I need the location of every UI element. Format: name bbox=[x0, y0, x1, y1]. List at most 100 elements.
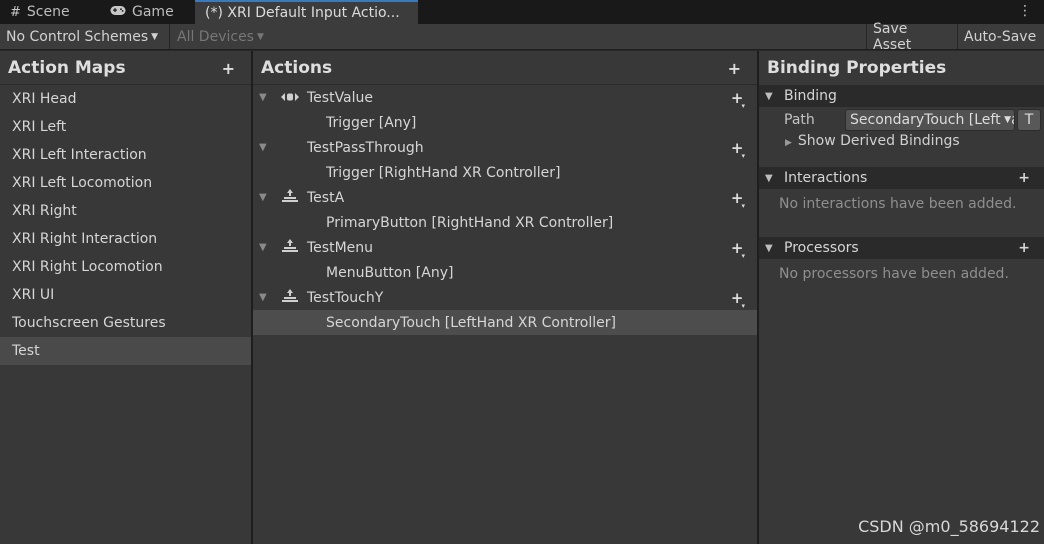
auto-save-toggle[interactable]: Auto-Save bbox=[957, 24, 1044, 49]
more-options-icon[interactable]: ⋮ bbox=[1018, 2, 1032, 20]
action-maps-list: XRI Head XRI Left XRI Left Interaction XRI … bbox=[0, 85, 251, 365]
action-map-item[interactable]: XRI Head bbox=[0, 85, 251, 113]
gamepad-icon bbox=[110, 5, 126, 20]
binding-properties-title: Binding Properties bbox=[767, 58, 947, 78]
control-schemes-dropdown[interactable]: No Control Schemes ▼ bbox=[0, 24, 170, 49]
tab-input-actions[interactable]: (*) XRI Default Input Actio... bbox=[195, 0, 418, 24]
grid-icon: # bbox=[10, 4, 21, 20]
action-row[interactable]: ▼ TestA +▾ bbox=[253, 185, 757, 210]
button-icon bbox=[281, 239, 299, 256]
action-name: TestValue bbox=[307, 89, 374, 106]
foldout-collapsed-icon: ▶ bbox=[785, 138, 792, 148]
action-map-item[interactable]: XRI Right Interaction bbox=[0, 225, 251, 253]
add-interaction-button[interactable]: + bbox=[1018, 170, 1030, 186]
chevron-down-icon: ▼ bbox=[1002, 110, 1011, 130]
tab-scene[interactable]: # Scene bbox=[0, 0, 96, 24]
action-name: TestMenu bbox=[307, 239, 374, 256]
action-row[interactable]: ▼ TestTouchY +▾ bbox=[253, 285, 757, 310]
derived-bindings-row: ▶ Show Derived Bindings bbox=[759, 133, 1044, 157]
binding-row[interactable]: MenuButton [Any] bbox=[253, 260, 757, 285]
foldout-expanded-icon[interactable]: ▼ bbox=[259, 142, 267, 153]
action-name: TestA bbox=[307, 189, 345, 206]
foldout-expanded-icon[interactable]: ▼ bbox=[259, 92, 267, 103]
binding-name: Trigger [Any] bbox=[326, 114, 417, 131]
editor-toolbar: No Control Schemes ▼ All Devices ▼ Save … bbox=[0, 21, 1044, 53]
add-action-button[interactable]: + bbox=[728, 59, 741, 78]
button-icon bbox=[281, 289, 299, 306]
action-map-item[interactable]: XRI Left Interaction bbox=[0, 141, 251, 169]
add-processor-button[interactable]: + bbox=[1018, 240, 1030, 256]
devices-label: All Devices bbox=[177, 28, 254, 45]
watermark-text: CSDN @m0_58694122 bbox=[858, 517, 1040, 536]
binding-row[interactable]: SecondaryTouch [LeftHand XR Controller] bbox=[253, 310, 757, 335]
action-map-item[interactable]: XRI Left bbox=[0, 113, 251, 141]
action-maps-panel: Action Maps + XRI Head XRI Left XRI Left I… bbox=[0, 51, 251, 544]
show-derived-bindings-foldout[interactable]: ▶ Show Derived Bindings bbox=[785, 133, 960, 149]
action-row[interactable]: ▼ TestPassThrough +▾ bbox=[253, 135, 757, 160]
foldout-expanded-icon[interactable]: ▼ bbox=[259, 192, 267, 203]
add-action-map-button[interactable]: + bbox=[222, 59, 235, 78]
chevron-down-icon: ▼ bbox=[151, 31, 159, 42]
binding-section-label: Binding bbox=[784, 88, 837, 104]
action-name: TestTouchY bbox=[307, 289, 384, 306]
interactions-section-header[interactable]: ▼ Interactions + bbox=[759, 167, 1044, 189]
binding-properties-header: Binding Properties bbox=[759, 51, 1044, 85]
binding-name: MenuButton [Any] bbox=[326, 264, 454, 281]
binding-properties-panel: Binding Properties ▼ Binding Path Second… bbox=[759, 51, 1044, 544]
action-map-item[interactable]: XRI Right Locomotion bbox=[0, 253, 251, 281]
action-maps-header: Action Maps + bbox=[0, 51, 251, 85]
processors-body: No processors have been added. bbox=[759, 259, 1044, 299]
tab-input-actions-label: (*) XRI Default Input Actio... bbox=[205, 5, 400, 21]
add-binding-button[interactable]: +▾ bbox=[731, 239, 747, 260]
add-binding-button[interactable]: +▾ bbox=[731, 289, 747, 310]
action-map-item[interactable]: XRI UI bbox=[0, 281, 251, 309]
foldout-expanded-icon[interactable]: ▼ bbox=[259, 242, 267, 253]
interactions-section-label: Interactions bbox=[784, 170, 868, 186]
show-derived-bindings-label: Show Derived Bindings bbox=[797, 133, 960, 149]
foldout-expanded-icon[interactable]: ▼ bbox=[259, 292, 267, 303]
save-asset-button[interactable]: Save Asset bbox=[866, 21, 956, 53]
tab-game[interactable]: Game bbox=[100, 0, 192, 24]
binding-row[interactable]: Trigger [RightHand XR Controller] bbox=[253, 160, 757, 185]
binding-name: PrimaryButton [RightHand XR Controller] bbox=[326, 214, 614, 231]
value-icon bbox=[281, 91, 299, 105]
actions-title: Actions bbox=[261, 57, 333, 78]
binding-name: SecondaryTouch [LeftHand XR Controller] bbox=[326, 314, 616, 331]
foldout-expanded-icon: ▼ bbox=[765, 90, 773, 102]
control-schemes-label: No Control Schemes bbox=[6, 28, 149, 45]
binding-row[interactable]: Trigger [Any] bbox=[253, 110, 757, 135]
foldout-expanded-icon: ▼ bbox=[765, 242, 773, 254]
action-row[interactable]: ▼ TestMenu +▾ bbox=[253, 235, 757, 260]
foldout-expanded-icon: ▼ bbox=[765, 172, 773, 184]
processors-section-label: Processors bbox=[784, 240, 859, 256]
actions-tree: ▼ TestValue +▾ Trigger [Any] ▼ TestPassThroug… bbox=[253, 85, 757, 335]
action-maps-title: Action Maps bbox=[8, 57, 126, 78]
processors-section-header[interactable]: ▼ Processors + bbox=[759, 237, 1044, 259]
devices-dropdown[interactable]: All Devices ▼ bbox=[171, 24, 271, 49]
processors-empty-message: No processors have been added. bbox=[779, 266, 1009, 282]
action-row[interactable]: ▼ TestValue +▾ bbox=[253, 85, 757, 110]
action-map-item[interactable]: Test bbox=[0, 337, 251, 365]
path-row: Path SecondaryTouch [LeftHand XR Control… bbox=[759, 107, 1044, 133]
tab-game-label: Game bbox=[132, 4, 174, 20]
interactions-body: No interactions have been added. bbox=[759, 189, 1044, 237]
path-label: Path bbox=[784, 112, 815, 128]
add-binding-button[interactable]: +▾ bbox=[731, 139, 747, 160]
add-binding-button[interactable]: +▾ bbox=[731, 189, 747, 210]
path-value: SecondaryTouch [LeftHand XR Controller] bbox=[850, 112, 1014, 128]
interactions-empty-message: No interactions have been added. bbox=[779, 196, 1017, 212]
button-icon bbox=[281, 189, 299, 206]
action-name: TestPassThrough bbox=[307, 139, 424, 156]
action-map-item[interactable]: XRI Left Locomotion bbox=[0, 169, 251, 197]
action-map-item[interactable]: XRI Right bbox=[0, 197, 251, 225]
binding-name: Trigger [RightHand XR Controller] bbox=[326, 164, 561, 181]
add-binding-button[interactable]: +▾ bbox=[731, 89, 747, 110]
path-dropdown[interactable]: SecondaryTouch [LeftHand XR Controller] … bbox=[845, 109, 1015, 131]
binding-row[interactable]: PrimaryButton [RightHand XR Controller] bbox=[253, 210, 757, 235]
text-mode-button[interactable]: T bbox=[1017, 109, 1041, 131]
actions-panel: Actions + ▼ TestValue +▾ Trigger [Any] ▼ Test… bbox=[253, 51, 757, 544]
action-map-item[interactable]: Touchscreen Gestures bbox=[0, 309, 251, 337]
binding-section-header[interactable]: ▼ Binding bbox=[759, 85, 1044, 107]
tab-scene-label: Scene bbox=[26, 4, 70, 20]
